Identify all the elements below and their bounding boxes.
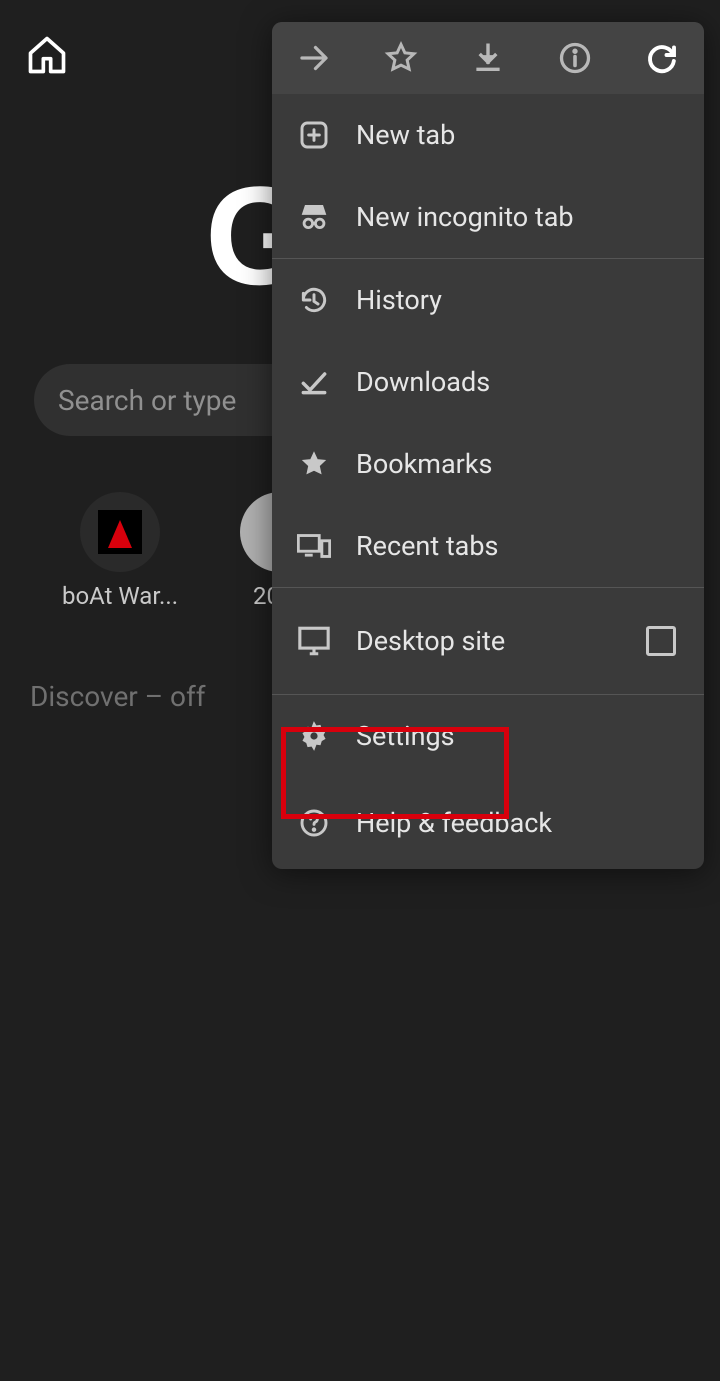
history-icon	[296, 282, 332, 318]
chrome-overflow-menu: New tab New incognito tab History Downlo…	[272, 22, 704, 869]
discover-status: Discover – off	[30, 680, 205, 713]
star-icon[interactable]	[379, 36, 423, 80]
menu-label: New incognito tab	[356, 201, 574, 233]
menu-item-new-incognito[interactable]: New incognito tab	[272, 176, 704, 258]
search-placeholder: Search or type	[58, 384, 236, 417]
menu-item-downloads[interactable]: Downloads	[272, 341, 704, 423]
new-tab-icon	[296, 117, 332, 153]
downloads-check-icon	[296, 364, 332, 400]
gear-icon	[296, 718, 332, 754]
download-icon[interactable]	[466, 36, 510, 80]
menu-item-help[interactable]: Help & feedback	[272, 777, 704, 869]
bookmarks-star-icon	[296, 446, 332, 482]
menu-label: Downloads	[356, 366, 490, 398]
menu-item-recent-tabs[interactable]: Recent tabs	[272, 505, 704, 587]
info-icon[interactable]	[553, 36, 597, 80]
desktop-icon	[296, 623, 332, 659]
menu-item-settings[interactable]: Settings	[272, 695, 704, 777]
tile-label: boAt War...	[40, 582, 200, 610]
reload-icon[interactable]	[640, 36, 684, 80]
menu-label: Bookmarks	[356, 448, 492, 480]
recent-tabs-icon	[296, 528, 332, 564]
quick-tile-boat[interactable]: boAt War...	[40, 492, 200, 610]
menu-item-new-tab[interactable]: New tab	[272, 94, 704, 176]
menu-label: New tab	[356, 119, 455, 151]
home-icon[interactable]	[25, 33, 69, 81]
menu-label: Desktop site	[356, 625, 505, 657]
menu-item-history[interactable]: History	[272, 259, 704, 341]
menu-item-desktop-site[interactable]: Desktop site	[272, 588, 704, 694]
menu-item-bookmarks[interactable]: Bookmarks	[272, 423, 704, 505]
menu-label: Help & feedback	[356, 807, 552, 839]
menu-label: History	[356, 284, 442, 316]
menu-label: Recent tabs	[356, 530, 498, 562]
incognito-icon	[296, 199, 332, 235]
menu-iconbar	[272, 22, 704, 94]
help-icon	[296, 805, 332, 841]
forward-icon[interactable]	[292, 36, 336, 80]
desktop-site-checkbox[interactable]	[646, 626, 676, 656]
menu-label: Settings	[356, 720, 455, 752]
boat-icon	[98, 510, 142, 554]
